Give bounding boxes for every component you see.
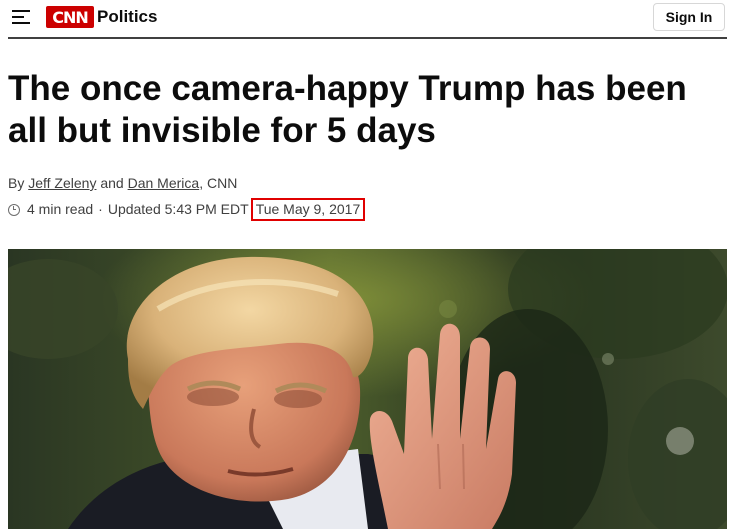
meta-separator: · [98,201,103,217]
article-meta: 4 min read · Updated 5:43 PM EDT Tue May… [8,198,366,221]
sign-in-button[interactable]: Sign In [653,3,725,31]
byline-conjunction: and [100,175,124,191]
article-headline: The once camera-happy Trump has been all… [8,69,687,150]
publish-date: Tue May 9, 2017 [250,198,366,221]
byline-outlet: , CNN [199,175,238,191]
section-title[interactable]: Politics [97,6,157,28]
byline: By Jeff Zeleny and Dan Merica, CNN [8,175,237,192]
site-header: CNN Politics Sign In [0,0,735,39]
hamburger-menu-icon[interactable] [12,10,30,24]
clock-icon [8,203,20,216]
author-link-dan-merica[interactable]: Dan Merica [128,175,200,191]
byline-prefix: By [8,175,25,191]
cnn-logo[interactable]: CNN [46,6,94,28]
header-divider [8,37,727,39]
author-link-jeff-zeleny[interactable]: Jeff Zeleny [28,175,96,191]
read-time: 4 min read [27,201,94,217]
hero-photo [8,249,727,529]
updated-time: Updated 5:43 PM EDT [107,201,249,217]
hero-image[interactable] [8,249,727,529]
